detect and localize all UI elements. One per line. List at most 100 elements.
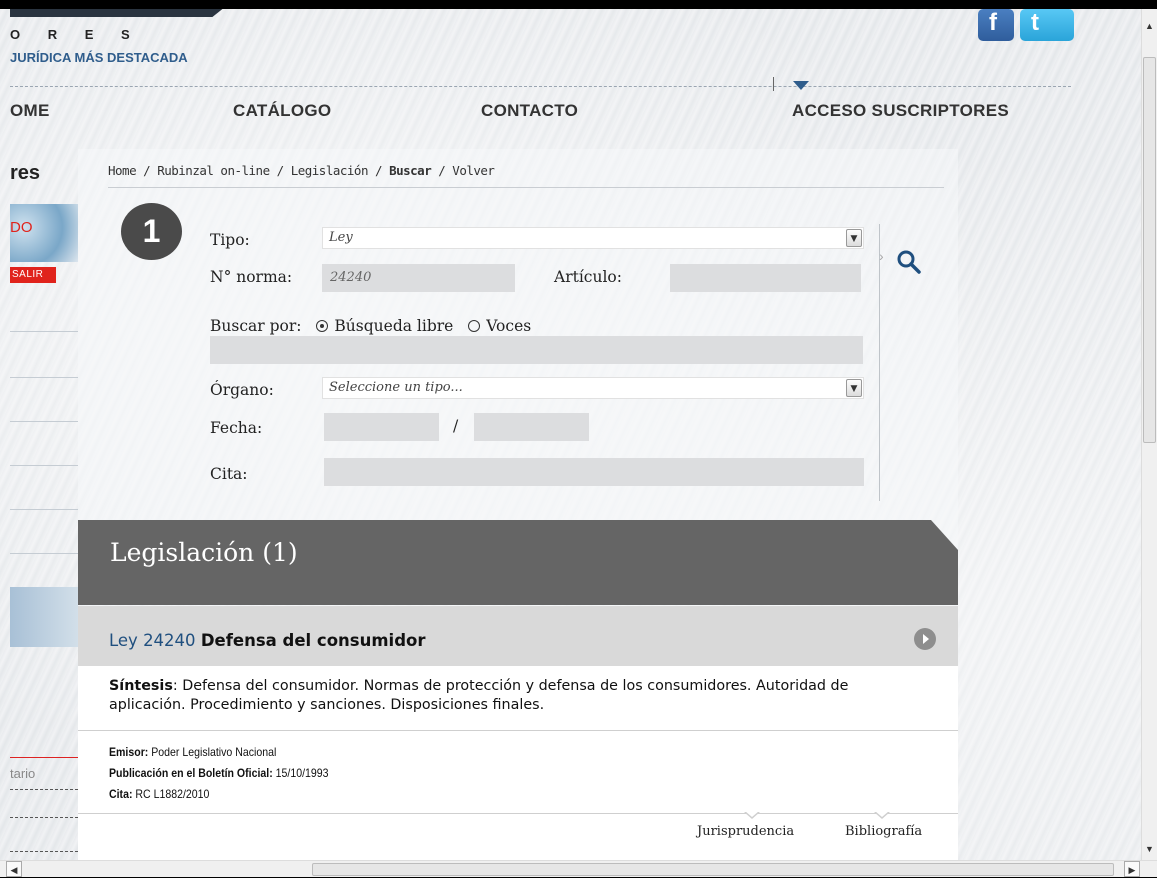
- search-text-input[interactable]: [210, 336, 863, 364]
- buscar-por-group: Buscar por: Búsqueda libre Voces: [210, 317, 531, 335]
- radio-unselected-icon[interactable]: [468, 320, 481, 332]
- result-synthesis: Síntesis: Defensa del consumidor. Normas…: [109, 677, 909, 715]
- breadcrumb-volver[interactable]: Volver: [452, 163, 495, 178]
- nav-catalogo[interactable]: CATÁLOGO: [233, 101, 331, 121]
- emisor-label: Emisor:: [109, 745, 149, 759]
- breadcrumb-separator: /: [367, 163, 390, 178]
- sidebar-divider: [10, 817, 78, 818]
- radio-selected-icon[interactable]: [316, 320, 329, 332]
- cita-meta-value: RC L1882/2010: [135, 787, 210, 801]
- play-arrow-icon[interactable]: [914, 628, 936, 650]
- publicacion-label: Publicación en el Boletín Oficial:: [109, 766, 273, 780]
- radio-voces[interactable]: Voces: [468, 317, 531, 335]
- norma-label: N° norma:: [210, 268, 293, 286]
- organo-select[interactable]: Seleccione un tipo... ▼: [322, 377, 864, 399]
- chevron-down-icon[interactable]: ▼: [846, 229, 862, 247]
- nav-active-indicator-icon: [793, 81, 809, 90]
- vertical-scrollbar[interactable]: ▲ ▼: [1141, 9, 1157, 860]
- breadcrumb-online[interactable]: Rubinzal on-line: [157, 163, 270, 178]
- tipo-select-value: Ley: [329, 230, 353, 245]
- breadcrumb-separator: /: [269, 163, 291, 178]
- fecha-separator: /: [453, 417, 459, 435]
- logo-graphic[interactable]: [10, 9, 230, 17]
- salir-button[interactable]: SALIR: [10, 267, 56, 283]
- emisor-line: Emisor: Poder Legislativo Nacional: [109, 745, 276, 759]
- sidebar-user-text: DO: [10, 219, 33, 236]
- scroll-left-icon[interactable]: ◀: [6, 861, 22, 877]
- sidebar-divider: [10, 331, 78, 332]
- emisor-value: Poder Legislativo Nacional: [151, 745, 277, 759]
- publicacion-value: 15/10/1993: [275, 766, 329, 780]
- breadcrumb: Home / Rubinzal on-line / Legislación / …: [108, 163, 495, 178]
- tab-jurisprudencia[interactable]: Jurisprudencia: [697, 824, 794, 839]
- results-title: Legislación (1): [110, 538, 298, 567]
- chevron-right-icon: ›: [879, 248, 884, 264]
- articulo-label: Artículo:: [554, 268, 622, 286]
- cita-input[interactable]: [324, 458, 864, 486]
- tab-notch-icon: [744, 811, 760, 819]
- tab-bibliografia[interactable]: Bibliografía: [845, 824, 922, 839]
- organo-select-value: Seleccione un tipo...: [329, 380, 463, 395]
- sidebar-divider: [10, 377, 78, 378]
- nav-contacto[interactable]: CONTACTO: [481, 101, 578, 121]
- breadcrumb-separator: /: [431, 163, 453, 178]
- tab-notch-icon: [874, 811, 890, 819]
- radio-voces-label: Voces: [486, 317, 532, 335]
- tipo-select[interactable]: Ley ▼: [322, 227, 864, 249]
- scroll-right-icon[interactable]: ▶: [1124, 861, 1140, 877]
- sidebar-title: res: [10, 162, 41, 184]
- result-law-number[interactable]: Ley 24240: [109, 631, 196, 650]
- result-law-title[interactable]: Ley 24240 Defensa del consumidor: [109, 631, 425, 650]
- result-divider: [78, 730, 958, 731]
- chevron-down-icon[interactable]: ▼: [846, 379, 862, 397]
- horizontal-scroll-thumb[interactable]: [312, 863, 1114, 876]
- logo-letters: O R E S: [10, 27, 142, 42]
- sidebar-divider: [10, 421, 78, 422]
- fecha-desde-input[interactable]: [324, 413, 439, 441]
- breadcrumb-buscar: Buscar: [389, 163, 432, 178]
- tabs-divider: [78, 813, 958, 814]
- sidebar-red-divider: [10, 757, 78, 758]
- form-divider: [879, 224, 880, 501]
- radio-busqueda-libre[interactable]: Búsqueda libre: [316, 317, 453, 335]
- step-number-badge: 1: [121, 203, 182, 260]
- sidebar-banner[interactable]: [10, 587, 78, 647]
- tipo-label: Tipo:: [210, 231, 250, 249]
- twitter-icon[interactable]: t: [1020, 9, 1074, 41]
- scroll-down-icon[interactable]: ▼: [1142, 841, 1157, 857]
- horizontal-scrollbar[interactable]: ◀ ▶: [0, 860, 1157, 877]
- breadcrumb-home[interactable]: Home: [108, 163, 137, 178]
- sidebar-divider: [10, 789, 78, 790]
- sidebar-link[interactable]: tario: [10, 766, 35, 781]
- nav-separator: [773, 77, 774, 91]
- sidebar-divider: [10, 465, 78, 466]
- synthesis-text: : Defensa del consumidor. Normas de prot…: [109, 678, 849, 713]
- scroll-up-icon[interactable]: ▲: [1142, 18, 1157, 34]
- articulo-input[interactable]: [670, 264, 861, 292]
- sidebar-divider: [10, 553, 78, 554]
- search-icon[interactable]: [896, 249, 922, 275]
- breadcrumb-divider: [108, 187, 944, 188]
- norma-input[interactable]: 24240: [322, 264, 515, 292]
- breadcrumb-legislacion[interactable]: Legislación: [291, 163, 369, 178]
- publicacion-line: Publicación en el Boletín Oficial: 15/10…: [109, 766, 329, 780]
- nav-home[interactable]: OME: [10, 101, 50, 121]
- sidebar-divider: [10, 509, 78, 510]
- nav-acceso-suscriptores[interactable]: ACCESO SUSCRIPTORES: [792, 101, 1009, 121]
- buscar-por-label: Buscar por:: [210, 317, 302, 335]
- logo-tagline: JURÍDICA MÁS DESTACADA: [10, 50, 188, 65]
- result-law-name[interactable]: Defensa del consumidor: [201, 631, 426, 650]
- vertical-scroll-thumb[interactable]: [1143, 57, 1156, 443]
- page-viewport: O R E S JURÍDICA MÁS DESTACADA f t OME C…: [0, 9, 1141, 860]
- radio-busqueda-libre-label: Búsqueda libre: [334, 317, 454, 335]
- facebook-icon[interactable]: f: [978, 9, 1014, 41]
- fecha-label: Fecha:: [210, 419, 263, 437]
- cita-meta-label: Cita:: [109, 787, 133, 801]
- breadcrumb-separator: /: [136, 163, 158, 178]
- nav-divider: [10, 86, 1071, 87]
- fecha-hasta-input[interactable]: [474, 413, 589, 441]
- organo-label: Órgano:: [210, 381, 274, 399]
- cita-line: Cita: RC L1882/2010: [109, 787, 209, 801]
- synthesis-label: Síntesis: [109, 678, 173, 694]
- cita-label: Cita:: [210, 465, 248, 483]
